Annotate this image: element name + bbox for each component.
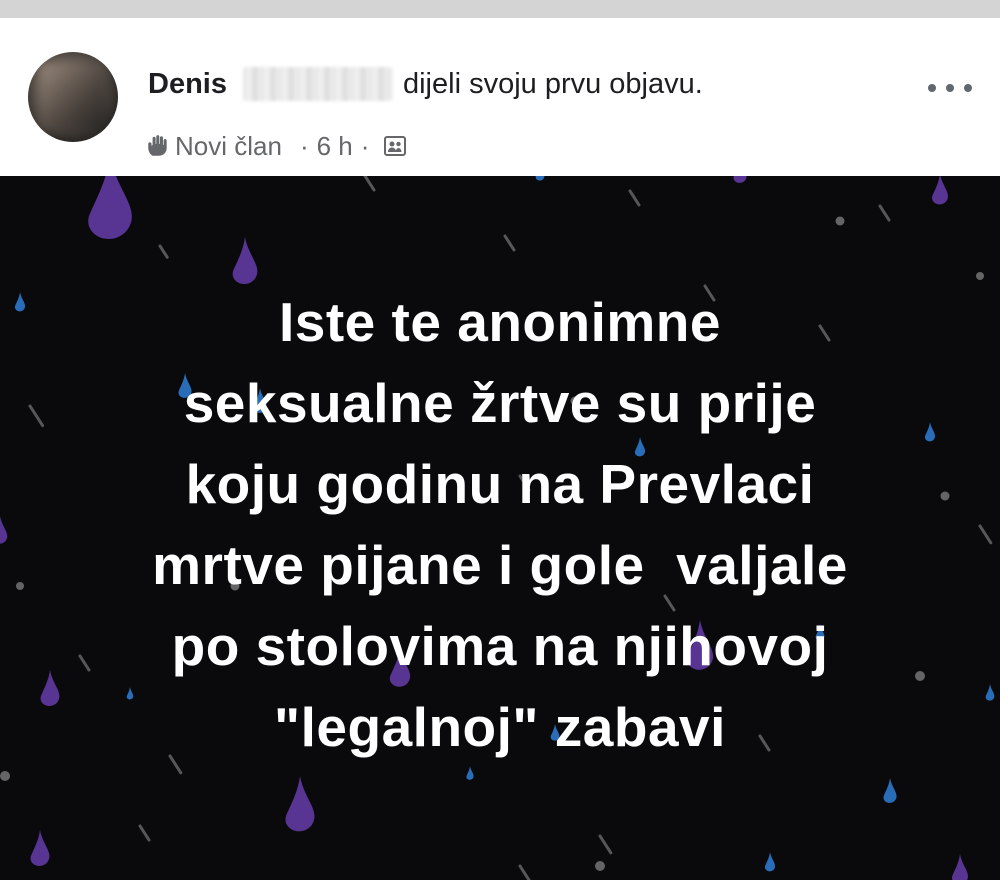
redacted-surname [242,67,393,101]
raindrop [503,234,516,252]
raindrop [598,834,613,855]
post-action-text: dijeli svoju prvu objavu. [402,67,703,100]
badge-label[interactable]: Novi član [175,131,282,162]
separator-dot-2: · [360,130,370,161]
avatar-blurred-photo [38,62,108,132]
raindrop [595,861,605,871]
raindrop [628,189,641,207]
group-icon[interactable] [383,134,407,158]
raindrop [88,176,132,239]
raindrop [878,204,891,222]
more-options-icon [928,84,936,92]
raindrop [976,272,984,280]
raindrop [0,771,10,781]
post-text-line-3: koju godinu na Prevlaci [185,453,815,515]
raindrop [285,776,315,832]
post-text-line-6: "legalnoj" zabavi [274,696,726,758]
author-line: Denis dijeli svoju prvu objavu. [148,64,703,104]
post-text-line-4: mrtve pijane i gole valjale [152,534,848,596]
raindrop [138,824,151,842]
top-divider [0,0,1000,18]
raindrop [158,244,169,259]
post-text-line-5: po stolovima na njihovoj [171,615,829,677]
author-avatar[interactable] [28,52,118,142]
raindrop [835,216,845,226]
waving-hand-icon [148,135,167,156]
post-header: Denis dijeli svoju prvu objavu. Novi čla… [0,18,1000,176]
raindrop [518,864,531,880]
post-time[interactable]: 6 h [317,131,353,162]
post-text-line-1: Iste te anonimne [279,291,721,353]
more-options-icon-dot-2 [946,84,954,92]
raindrop [535,176,545,181]
raindrop [30,830,50,866]
post-text-line-2: seksualne žrtve su prije [183,372,817,434]
raindrop [232,237,258,285]
raindrop [363,176,376,192]
raindrop [952,854,968,880]
raindrop [764,852,776,872]
post-text-card: Iste te anonimne seksualne žrtve su prij… [0,176,1000,880]
post-text: Iste te anonimne seksualne žrtve su prij… [0,282,1000,768]
post-meta: Novi član · 6 h · [145,128,407,164]
raindrop [733,176,747,183]
raindrop [466,766,474,780]
author-name[interactable]: Denis [148,68,227,101]
more-options-icon-dot-3 [964,84,972,92]
separator-dot: · [299,130,309,161]
more-options-button[interactable] [928,76,972,100]
raindrop [883,778,897,803]
raindrop [932,176,948,205]
